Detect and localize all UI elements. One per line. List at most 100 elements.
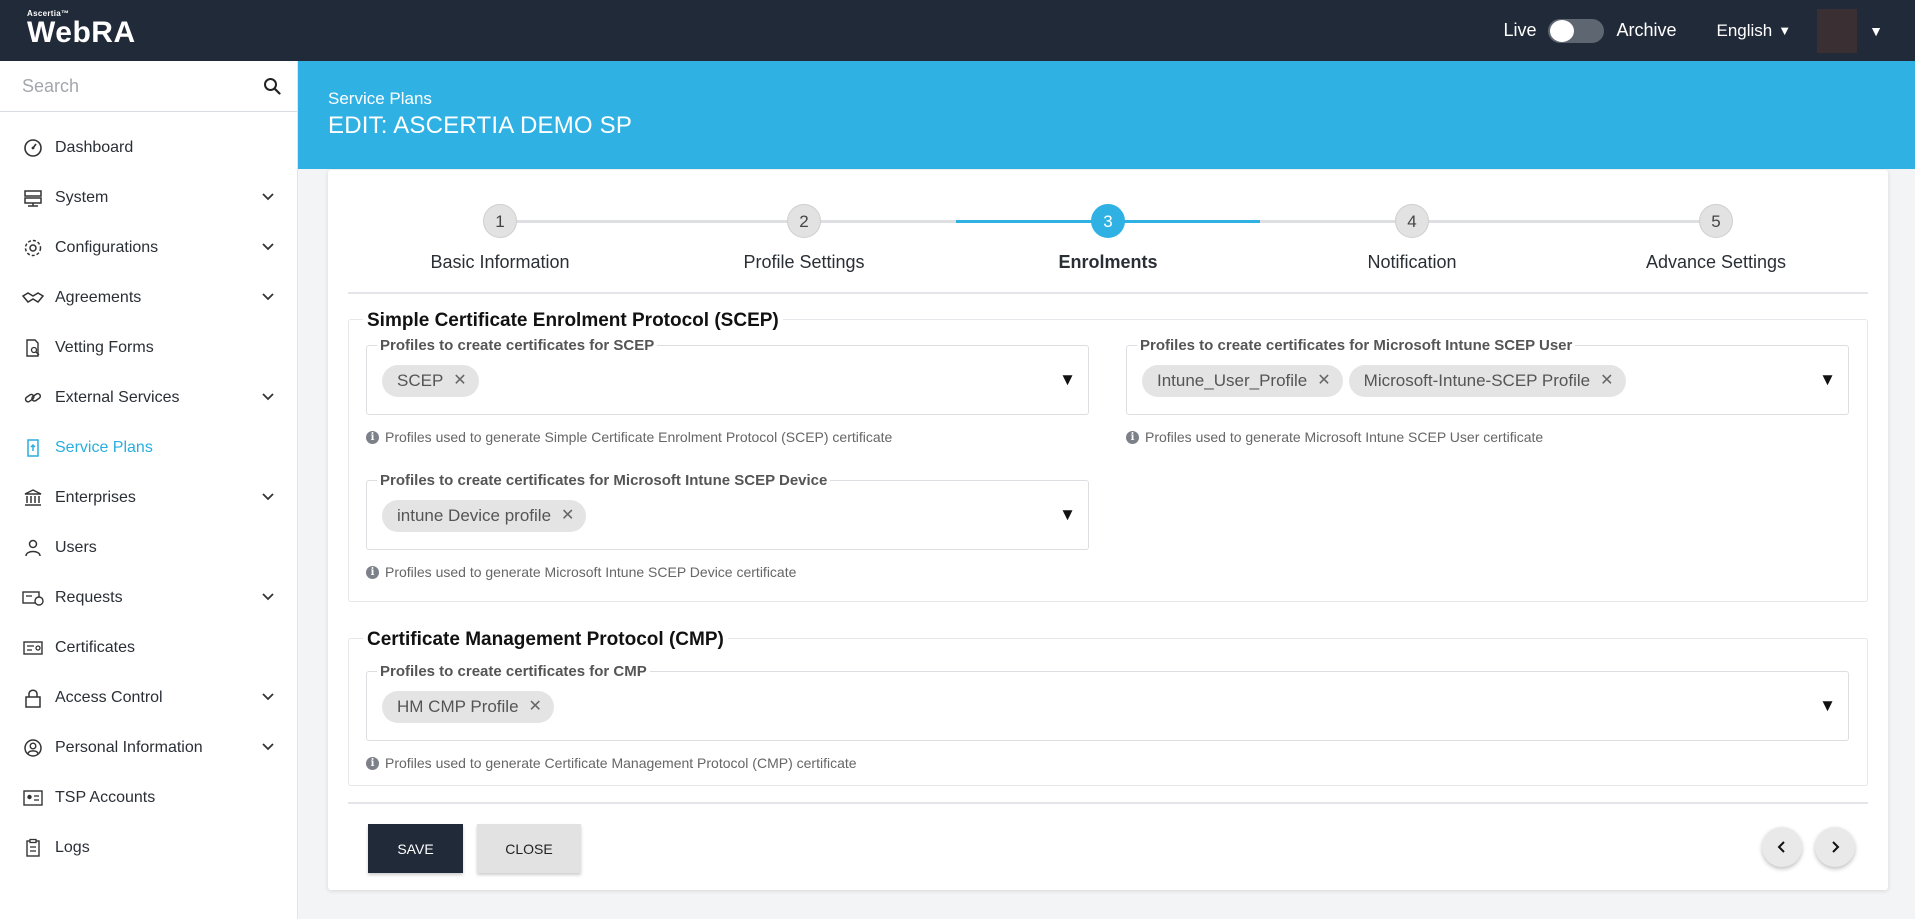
step-enrolments[interactable]: 3 Enrolments (956, 195, 1260, 273)
field-hint: i Profiles used to generate Simple Certi… (366, 429, 892, 445)
step-profile-settings[interactable]: 2 Profile Settings (652, 195, 956, 273)
remove-chip-icon[interactable]: ✕ (1600, 365, 1613, 397)
sidebar-item-access-control[interactable]: Access Control (0, 673, 297, 723)
section-title: Certificate Management Protocol (CMP) (363, 629, 728, 651)
sidebar-item-agreements[interactable]: Agreements (0, 273, 297, 323)
hint-text: Profiles used to generate Certificate Ma… (385, 755, 857, 771)
user-menu-caret-icon[interactable]: ▼ (1869, 23, 1883, 39)
live-archive-toggle[interactable] (1548, 18, 1605, 43)
profile-chip: HM CMP Profile ✕ (382, 691, 554, 723)
step-number: 4 (1395, 204, 1429, 238)
step-label: Advance Settings (1645, 252, 1787, 272)
dropdown-caret-icon[interactable]: ▼ (1819, 696, 1836, 716)
brand-name: WebRA (27, 16, 136, 49)
selected-profiles: SCEP ✕ (382, 365, 479, 397)
sidebar-item-vetting-forms[interactable]: Vetting Forms (0, 323, 297, 373)
sidebar-search (0, 61, 297, 112)
search-input[interactable] (0, 61, 297, 111)
language-label: English (1716, 20, 1773, 40)
sidebar-item-tsp-accounts[interactable]: TSP Accounts (0, 773, 297, 823)
sidebar-item-enterprises[interactable]: Enterprises (0, 473, 297, 523)
close-button[interactable]: CLOSE (477, 824, 581, 873)
hint-text: Profiles used to generate Simple Certifi… (385, 429, 893, 445)
sidebar-item-logs[interactable]: Logs (0, 823, 297, 873)
intune-user-profiles-select[interactable]: Profiles to create certificates for Micr… (1126, 337, 1849, 415)
step-basic-information[interactable]: 1 Basic Information (348, 195, 652, 273)
chip-label: Intune_User_Profile (1157, 371, 1308, 390)
page-header: Service Plans EDIT: ASCERTIA DEMO SP (298, 61, 1915, 169)
sidebar-item-label: TSP Accounts (55, 789, 156, 806)
remove-chip-icon[interactable]: ✕ (529, 691, 542, 723)
step-advance-settings[interactable]: 5 Advance Settings (1564, 195, 1868, 273)
footer-divider (348, 802, 1868, 804)
page-title: EDIT: ASCERTIA DEMO SP (328, 112, 633, 139)
step-number: 5 (1699, 204, 1733, 238)
top-bar: Ascertia™ WebRA Live Archive English ▼ ▼ (0, 0, 1915, 61)
cmp-profiles-select[interactable]: Profiles to create certificates for CMP … (366, 663, 1849, 741)
profile-chip: Microsoft-Intune-SCEP Profile ✕ (1348, 365, 1626, 397)
scep-section: Simple Certificate Enrolment Protocol (S… (348, 310, 1868, 602)
save-button[interactable]: SAVE (368, 824, 463, 873)
user-avatar[interactable] (1817, 8, 1858, 53)
sidebar-item-label: Vetting Forms (55, 339, 154, 356)
sidebar-item-configurations[interactable]: Configurations (0, 223, 297, 273)
field-hint: i Profiles used to generate Certificate … (366, 755, 857, 771)
webra-logo[interactable]: Ascertia™ WebRA (27, 9, 136, 48)
hint-text: Profiles used to generate Microsoft Intu… (385, 564, 797, 580)
breadcrumb[interactable]: Service Plans (328, 89, 432, 109)
server-icon (22, 187, 44, 209)
remove-chip-icon[interactable]: ✕ (561, 500, 574, 532)
sidebar-item-service-plans[interactable]: Service Plans (0, 423, 297, 473)
sidebar-item-label: Requests (55, 589, 123, 606)
dropdown-caret-icon[interactable]: ▼ (1059, 505, 1076, 525)
gear-icon (22, 237, 44, 259)
sidebar-item-label: Personal Information (55, 739, 203, 756)
chevron-down-icon (262, 593, 274, 601)
sidebar-item-label: Service Plans (55, 439, 153, 456)
next-step-button[interactable] (1815, 827, 1855, 867)
sidebar-item-external-services[interactable]: External Services (0, 373, 297, 423)
dropdown-caret-icon[interactable]: ▼ (1059, 370, 1076, 390)
field-label: Profiles to create certificates for SCEP (377, 337, 658, 354)
step-number: 2 (787, 204, 821, 238)
field-hint: i Profiles used to generate Microsoft In… (366, 564, 796, 580)
sidebar-item-system[interactable]: System (0, 173, 297, 223)
wizard-stepper: 1 Basic Information 2 Profile Settings 3… (348, 195, 1868, 285)
sidebar-item-certificates[interactable]: Certificates (0, 623, 297, 673)
document-search-icon (22, 337, 44, 359)
id-card-icon (22, 787, 44, 809)
chevron-down-icon (262, 493, 274, 501)
field-label: Profiles to create certificates for CMP (377, 663, 650, 680)
remove-chip-icon[interactable]: ✕ (1317, 365, 1330, 397)
scep-profiles-select[interactable]: Profiles to create certificates for SCEP… (366, 337, 1089, 415)
cmp-section: Certificate Management Protocol (CMP) Pr… (348, 629, 1868, 786)
section-title: Simple Certificate Enrolment Protocol (S… (363, 310, 783, 332)
language-selector[interactable]: English ▼ (1717, 21, 1792, 41)
request-card-icon (22, 587, 44, 609)
sidebar-item-users[interactable]: Users (0, 523, 297, 573)
dropdown-caret-icon[interactable]: ▼ (1819, 370, 1836, 390)
bank-icon (22, 487, 44, 509)
caret-down-icon: ▼ (1778, 23, 1792, 38)
sidebar-item-dashboard[interactable]: Dashboard (0, 123, 297, 173)
intune-device-profiles-select[interactable]: Profiles to create certificates for Micr… (366, 472, 1089, 550)
sidebar-item-requests[interactable]: Requests (0, 573, 297, 623)
remove-chip-icon[interactable]: ✕ (453, 365, 466, 397)
step-number: 1 (483, 204, 517, 238)
toggle-knob (1550, 19, 1575, 42)
sidebar-item-label: Agreements (55, 289, 142, 306)
step-label: Notification (1367, 252, 1457, 272)
search-icon[interactable] (263, 77, 281, 95)
dashboard-gauge-icon (22, 137, 44, 159)
profile-chip: intune Device profile ✕ (382, 500, 587, 532)
sidebar-item-personal-information[interactable]: Personal Information (0, 723, 297, 773)
chip-label: Microsoft-Intune-SCEP Profile (1363, 371, 1591, 390)
info-icon: i (366, 430, 379, 444)
sidebar-item-label: Certificates (55, 639, 136, 656)
stepper-divider (348, 292, 1868, 294)
chevron-down-icon (262, 693, 274, 701)
sidebar-item-label: Users (55, 539, 97, 556)
step-notification[interactable]: 4 Notification (1260, 195, 1564, 273)
field-label: Profiles to create certificates for Micr… (377, 472, 831, 489)
previous-step-button[interactable] (1762, 827, 1802, 867)
